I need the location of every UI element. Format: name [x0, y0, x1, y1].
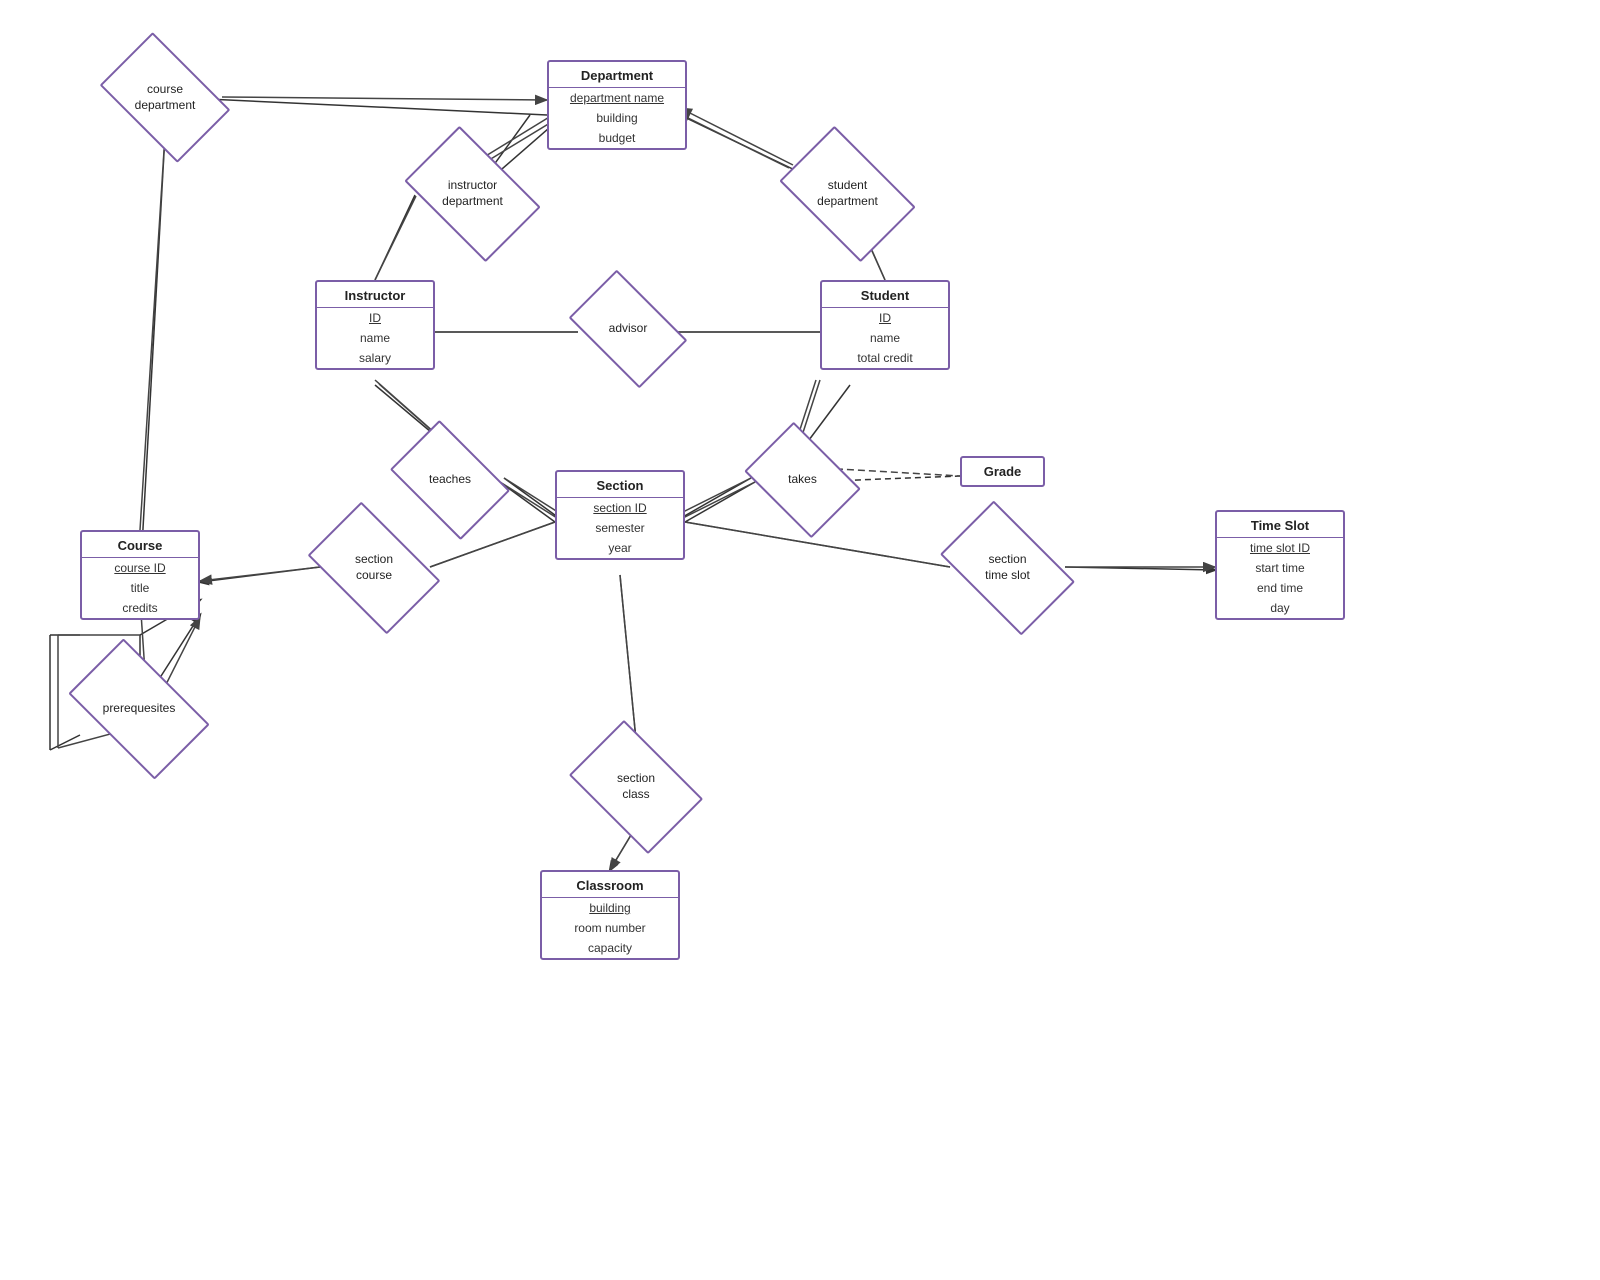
section-title: Section	[557, 472, 683, 497]
department-entity: Department department name building budg…	[547, 60, 687, 150]
advisor-diamond: advisor	[578, 295, 678, 363]
course-attr-id: course ID	[82, 558, 198, 578]
course-attr-title: title	[82, 578, 198, 598]
classroom-attr-building: building	[542, 898, 678, 918]
grade-label: Grade	[984, 464, 1022, 479]
department-title: Department	[549, 62, 685, 87]
student-attr-name: name	[822, 328, 948, 348]
department-attr-building: building	[549, 108, 685, 128]
section-class-diamond: sectionclass	[580, 748, 692, 826]
section-class-label: sectionclass	[617, 771, 655, 802]
instructor-title: Instructor	[317, 282, 433, 307]
prerequesites-label: prerequesites	[103, 701, 176, 717]
timeslot-attr-start: start time	[1217, 558, 1343, 578]
grade-entity: Grade	[960, 456, 1045, 487]
student-attr-id: ID	[822, 308, 948, 328]
course-attr-credits: credits	[82, 598, 198, 618]
section-attr-year: year	[557, 538, 683, 558]
section-attr-semester: semester	[557, 518, 683, 538]
student-entity: Student ID name total credit	[820, 280, 950, 370]
student-attr-credit: total credit	[822, 348, 948, 368]
section-course-label: sectioncourse	[355, 552, 393, 583]
instructor-attr-name: name	[317, 328, 433, 348]
section-attr-id: section ID	[557, 498, 683, 518]
classroom-title: Classroom	[542, 872, 678, 897]
department-attr-name: department name	[549, 88, 685, 108]
classroom-attr-capacity: capacity	[542, 938, 678, 958]
instructor-department-diamond: instructordepartment	[415, 155, 530, 233]
student-department-diamond: studentdepartment	[790, 155, 905, 233]
er-diagram: Department department name building budg…	[0, 0, 1600, 1280]
course-title: Course	[82, 532, 198, 557]
course-department-label: coursedepartment	[135, 82, 196, 113]
instructor-attr-salary: salary	[317, 348, 433, 368]
course-department-diamond: coursedepartment	[110, 60, 220, 135]
teaches-label: teaches	[429, 472, 471, 488]
classroom-attr-room: room number	[542, 918, 678, 938]
takes-label: takes	[788, 472, 817, 488]
student-title: Student	[822, 282, 948, 307]
course-entity: Course course ID title credits	[80, 530, 200, 620]
prerequesites-diamond: prerequesites	[78, 670, 200, 748]
instructor-entity: Instructor ID name salary	[315, 280, 435, 370]
instructor-attr-id: ID	[317, 308, 433, 328]
section-entity: Section section ID semester year	[555, 470, 685, 560]
advisor-label: advisor	[609, 321, 648, 337]
department-attr-budget: budget	[549, 128, 685, 148]
section-course-diamond: sectioncourse	[318, 530, 430, 606]
student-department-label: studentdepartment	[817, 178, 878, 209]
classroom-entity: Classroom building room number capacity	[540, 870, 680, 960]
timeslot-entity: Time Slot time slot ID start time end ti…	[1215, 510, 1345, 620]
section-timeslot-label: sectiontime slot	[985, 552, 1030, 583]
teaches-diamond: teaches	[400, 445, 500, 515]
instructor-department-label: instructordepartment	[442, 178, 503, 209]
section-timeslot-diamond: sectiontime slot	[950, 530, 1065, 606]
timeslot-attr-day: day	[1217, 598, 1343, 618]
timeslot-attr-end: end time	[1217, 578, 1343, 598]
timeslot-title: Time Slot	[1217, 512, 1343, 537]
takes-diamond: takes	[755, 445, 850, 515]
timeslot-attr-id: time slot ID	[1217, 538, 1343, 558]
